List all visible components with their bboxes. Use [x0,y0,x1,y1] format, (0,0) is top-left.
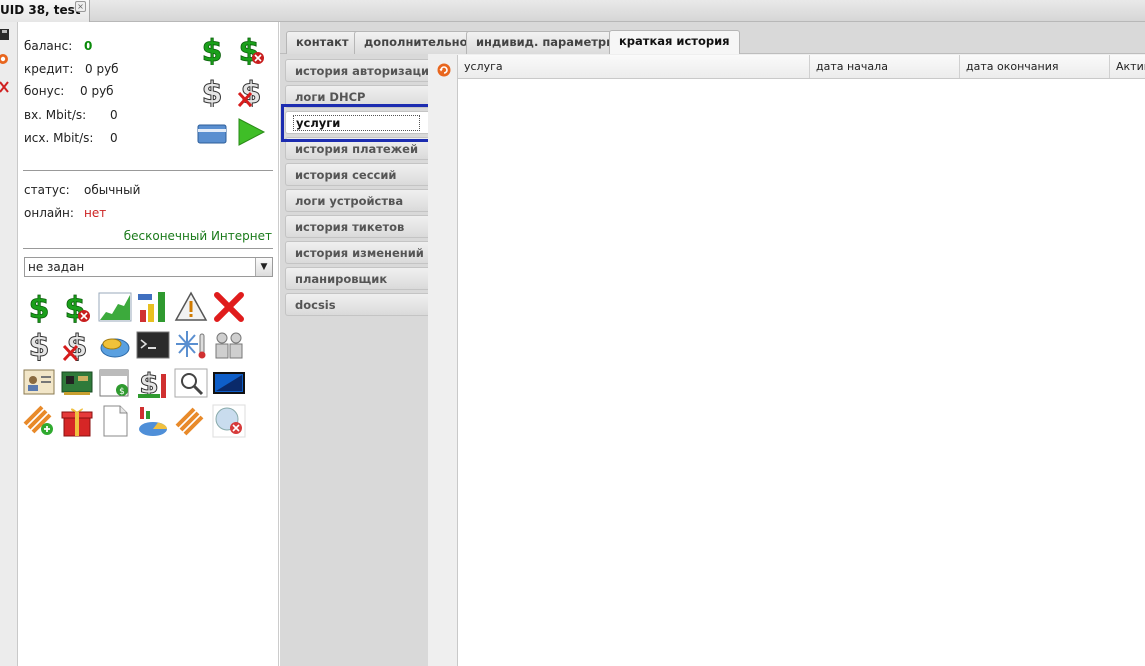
play-icon[interactable] [236,117,266,147]
credit-value: 0 руб [85,62,119,76]
search-icon[interactable] [174,366,208,400]
refresh-icon[interactable] [0,52,10,66]
gift-icon[interactable] [60,404,94,438]
side-tab-payment-history[interactable]: история платежей [285,137,428,160]
dollar-gray-icon[interactable]: $ [197,77,227,107]
bonus-row: бонус: 0 руб [24,84,114,98]
side-tab-auth-history[interactable]: история авторизации [285,59,437,82]
tab-additional[interactable]: дополнительно [354,31,478,54]
svg-text:$: $ [119,387,125,397]
side-tab-docsis[interactable]: docsis [285,293,428,316]
svg-text:$: $ [29,291,50,324]
tag-add-icon[interactable] [22,404,56,438]
subscriber-info-panel: баланс: 0 кредит: 0 руб бонус: 0 руб вх.… [19,22,279,666]
dollar-icon[interactable]: $ [22,290,56,324]
status-value: обычный [84,183,141,197]
tab-individual-params[interactable]: индивид. параметры [466,31,627,54]
globe-remove-icon[interactable] [212,404,246,438]
bonus-value: 0 руб [80,84,114,98]
globe-money-icon[interactable] [98,328,132,362]
snowflake-temperature-icon[interactable] [174,328,208,362]
pie-chart-icon[interactable] [136,404,170,438]
bonus-label: бонус: [24,84,65,98]
out-speed-value: 0 [110,131,118,145]
group-select-value: не задан [28,260,85,274]
in-speed-label: вх. Mbit/s: [24,108,87,122]
side-tab-services-label: услуги [293,115,420,131]
balance-value: 0 [84,39,93,53]
credit-row: кредит: 0 руб [24,62,119,76]
svg-text:$: $ [67,329,88,362]
side-tab-device-logs[interactable]: логи устройства [285,189,428,212]
window-tab-title: UID 38, test [0,3,81,17]
window-tab[interactable]: UID 38, test × [0,0,90,22]
side-tab-session-history[interactable]: история сессий [285,163,428,186]
refresh-icon[interactable] [437,63,451,77]
id-card-icon[interactable] [22,366,56,400]
out-speed-label: исх. Mbit/s: [24,131,94,145]
out-speed-row: исх. Mbit/s: 0 [24,131,118,145]
services-panel: услуга дата начала дата окончания Актив [428,54,1145,666]
monitor-icon[interactable] [212,366,246,400]
info-separator [23,170,273,171]
network-card-icon[interactable] [60,366,94,400]
svg-text:$: $ [202,77,223,107]
side-tab-change-history[interactable]: история изменений [285,241,428,264]
window-tab-strip: UID 38, test × [0,0,1145,22]
in-speed-row: вх. Mbit/s: 0 [24,108,118,122]
dollar-gray-remove-icon[interactable]: $ [60,328,94,362]
dollar-remove-icon[interactable]: $ [236,35,266,65]
save-icon[interactable] [0,28,10,42]
tags-icon[interactable] [174,404,208,438]
bar-chart-icon[interactable] [136,290,170,324]
mini-toolbar [0,22,18,666]
tab-contact[interactable]: контакт [286,31,359,54]
dollar-icon[interactable]: $ [197,35,227,65]
services-table: услуга дата начала дата окончания Актив [457,55,1145,666]
terminal-icon[interactable] [136,328,170,362]
delete-icon[interactable] [0,80,10,94]
side-tab-dhcp-logs[interactable]: логи DHCP [285,85,428,108]
status-row: статус: обычный [24,183,140,197]
top-tab-bar: контакт дополнительно индивид. параметры… [280,22,1145,55]
column-header-active[interactable]: Актив [1110,55,1145,78]
users-icon[interactable] [212,328,246,362]
svg-text:$: $ [29,329,50,362]
side-tab-scheduler[interactable]: планировщик [285,267,428,290]
column-header-end-date[interactable]: дата окончания [960,55,1110,78]
document-icon[interactable] [98,404,132,438]
dollar-gray-remove-icon[interactable]: $ [236,77,266,107]
status-label: статус: [24,183,70,197]
chevron-down-icon[interactable]: ▼ [255,258,272,276]
close-icon[interactable] [212,290,246,324]
dollar-remove-icon[interactable]: $ [60,290,94,324]
svg-text:$: $ [202,35,223,65]
balance-row: баланс: 0 [24,39,92,53]
tab-brief-history[interactable]: краткая история [609,30,740,55]
details-area: контакт дополнительно индивид. параметры… [280,22,1145,666]
credit-label: кредит: [24,62,74,76]
card-icon[interactable] [197,119,227,149]
column-header-service[interactable]: услуга [458,55,810,78]
online-label: онлайн: [24,206,74,220]
warning-icon[interactable] [174,290,208,324]
online-value: нет [84,206,107,220]
dollar-chart-icon[interactable]: $ [136,366,170,400]
side-tab-services[interactable]: услуги [285,111,428,134]
column-header-start-date[interactable]: дата начала [810,55,960,78]
group-select[interactable]: не задан ▼ [24,257,273,277]
info-separator [23,248,273,249]
table-header: услуга дата начала дата окончания Актив [458,55,1145,79]
tariff-link[interactable]: бесконечный Интернет [124,229,272,243]
close-icon[interactable]: × [75,1,86,12]
side-tab-ticket-history[interactable]: история тикетов [285,215,428,238]
in-speed-value: 0 [110,108,118,122]
traffic-chart-icon[interactable] [98,290,132,324]
balance-label: баланс: [24,39,73,53]
calendar-money-icon[interactable]: $ [98,366,132,400]
online-row: онлайн: нет [24,206,106,220]
dollar-gray-icon[interactable]: $ [22,328,56,363]
